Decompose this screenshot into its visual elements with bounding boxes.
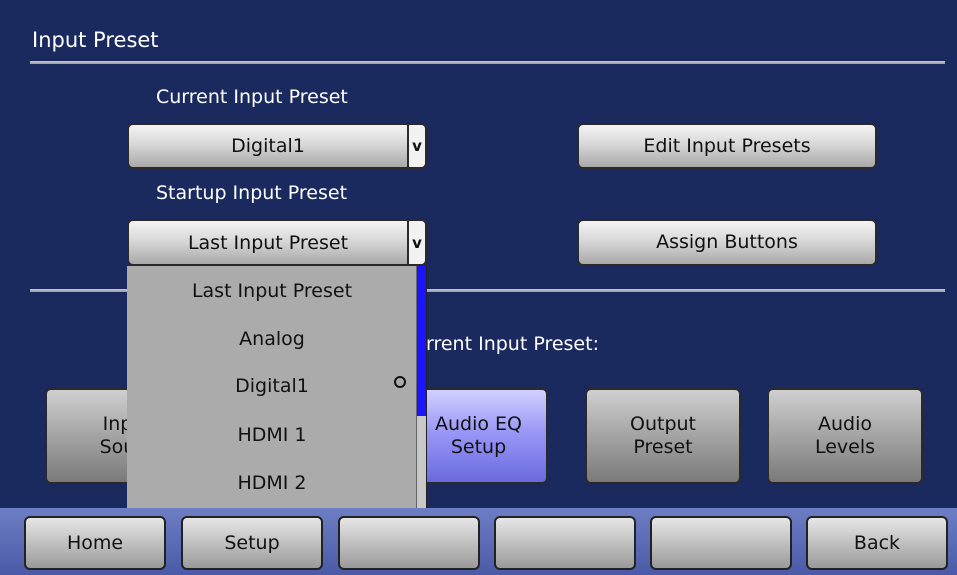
output-preset-tile[interactable]: Output Preset	[585, 388, 741, 484]
startup-preset-value: Last Input Preset	[187, 231, 349, 254]
header-divider	[30, 61, 945, 64]
assign-buttons-button[interactable]: Assign Buttons	[577, 219, 877, 266]
chevron-down-icon[interactable]: v	[407, 221, 425, 264]
blank-nav-button-3[interactable]	[650, 516, 792, 570]
screen: Input Preset Current Input Preset Digita…	[0, 0, 957, 575]
tile-line: Setup	[450, 436, 507, 458]
dropdown-option[interactable]: HDMI 2	[127, 472, 417, 494]
bottom-navbar: Home Setup Back	[0, 508, 957, 575]
dropdown-option[interactable]: HDMI 1	[127, 424, 417, 446]
startup-preset-options-list[interactable]: Last Input Preset Analog Digital1 HDMI 1…	[127, 266, 427, 508]
blank-nav-button-2[interactable]	[494, 516, 636, 570]
back-button[interactable]: Back	[806, 516, 948, 570]
home-button[interactable]: Home	[24, 516, 166, 570]
tile-line: Output	[630, 413, 696, 436]
current-preset-label: Current Input Preset	[156, 86, 348, 108]
scrollbar-thumb[interactable]	[417, 266, 426, 416]
blank-nav-button-1[interactable]	[338, 516, 480, 570]
dropdown-scrollbar[interactable]	[416, 266, 426, 508]
tile-line: Audio	[817, 413, 872, 436]
page-title: Input Preset	[32, 28, 159, 52]
tile-line: Audio EQ	[434, 413, 522, 436]
current-preset-value: Digital1	[231, 135, 305, 157]
tile-line: Levels	[814, 436, 876, 458]
section-label: rrent Input Preset:	[426, 333, 599, 355]
audio-levels-tile[interactable]: Audio Levels	[767, 388, 923, 484]
chevron-down-icon[interactable]: v	[407, 125, 425, 167]
dropdown-option[interactable]: Last Input Preset	[127, 280, 417, 302]
setup-button[interactable]: Setup	[181, 516, 323, 570]
dropdown-option[interactable]: Digital1	[127, 375, 417, 397]
dropdown-option[interactable]: Analog	[127, 328, 417, 350]
tile-line: Preset	[633, 436, 693, 458]
startup-preset-dropdown[interactable]: Last Input Preset v	[127, 219, 427, 266]
current-preset-dropdown[interactable]: Digital1 v	[127, 123, 427, 169]
edit-input-presets-button[interactable]: Edit Input Presets	[577, 123, 877, 169]
cursor-icon	[394, 376, 406, 388]
audio-eq-setup-tile[interactable]: Audio EQ Setup	[409, 388, 548, 484]
startup-preset-label: Startup Input Preset	[156, 182, 348, 204]
